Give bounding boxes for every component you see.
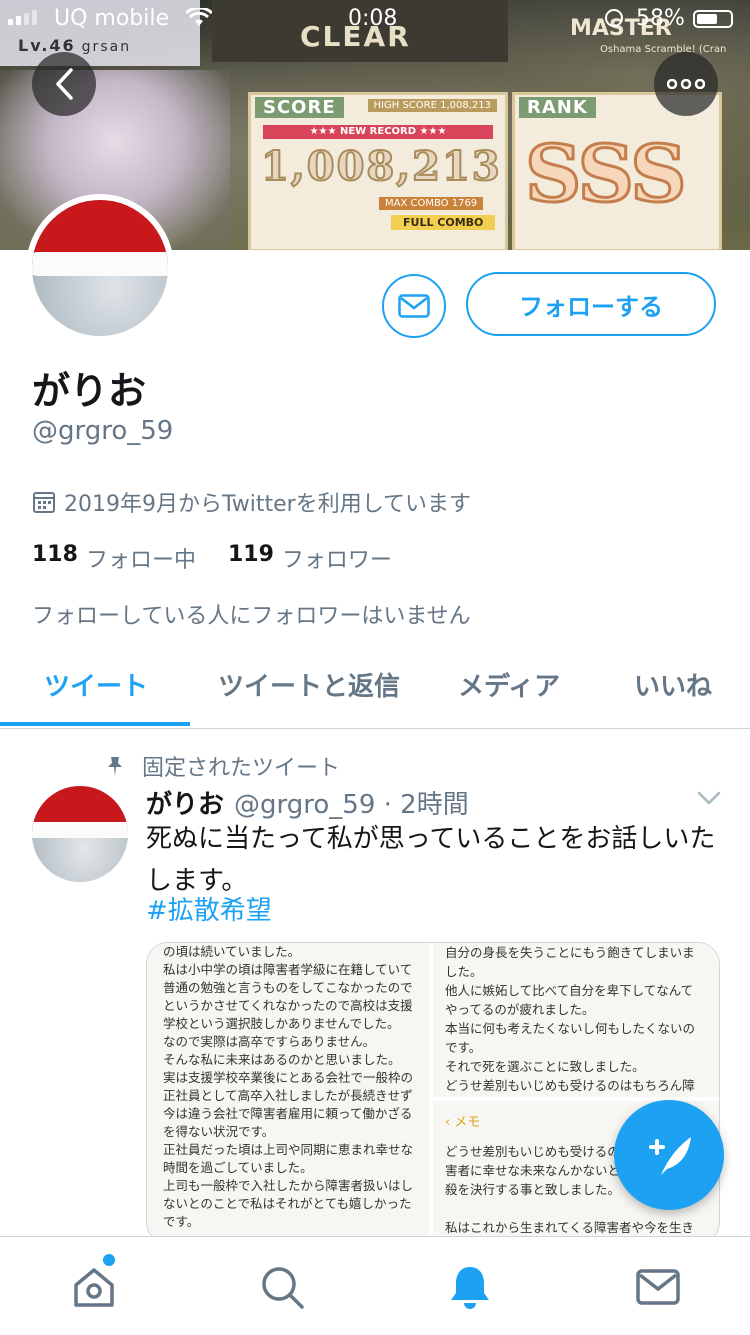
memo-line: というかさせてくれなかったので高校は支援 [163,998,413,1013]
compose-feather-icon [649,1137,691,1175]
memo-line: 正社員だった頃は上司や同期に恵まれ幸せな [163,1142,414,1157]
memo-line: 私はこれから生まれてくる障害者や今を生き [445,1220,695,1235]
pinned-tweet-label: 固定されたツイート [104,750,340,782]
profile-tabs: ツイート ツイートと返信 メディア いいね [0,650,750,729]
chevron-down-icon[interactable] [696,788,722,808]
memo-line: 今は違う会社で障害者雇用に頼って働かざる [163,1106,413,1121]
home-icon[interactable] [70,1263,118,1311]
santa-hat-fur [32,822,128,838]
calendar-icon [33,492,55,513]
battery-percent: 58% [636,6,685,31]
more-options-button[interactable] [654,52,718,116]
chevron-left-icon: ‹ [445,1115,451,1130]
avatar-image [32,200,168,336]
tab-media[interactable]: メディア [458,666,560,703]
new-record-badge: ★★★ NEW RECORD ★★★ [263,125,493,139]
bottom-navigation [0,1236,750,1335]
orientation-lock-icon [605,9,623,27]
memo-line: 正社員として高卒入社しましたが長続きせず [163,1088,413,1103]
tweet-author-name[interactable]: がりお [146,784,224,821]
tweet-avatar[interactable] [32,786,128,882]
profile-display-name: がりお [32,369,147,413]
chevron-left-icon [56,68,73,100]
pinned-text: 固定されたツイート [142,756,341,781]
followers-label[interactable]: フォロワー [282,542,392,574]
game-score: 1,008,213 [260,142,502,191]
tab-tweets[interactable]: ツイート [44,666,148,703]
memo-line: なので実際は高卒ですらありません。 [163,1034,376,1049]
game-rank-card: RANK SSS [512,92,722,250]
memo-screenshot-left: の頃は続いていました。私は小中学の頃は障害者学級に在籍していて 普通の勉強と言うも… [147,943,429,1243]
compose-tweet-button[interactable] [614,1100,724,1210]
score-label: SCORE [255,97,344,118]
memo-line: 実は支援学校卒業後にとある会社で一般枠の [163,1070,414,1085]
rank-label: RANK [519,97,596,118]
back-button[interactable] [32,52,96,116]
high-score: HIGH SCORE 1,008,213 [367,99,497,112]
memo-line: やってるのが疲れました。 [445,1002,595,1017]
memo-line: です。 [163,1214,200,1229]
notifications-bell-icon[interactable] [446,1263,494,1311]
memo-line: 他人に嫉妬して比べて自分を卑下してなんて [445,983,694,998]
battery-icon [693,10,733,28]
message-button[interactable] [382,274,446,338]
profile-handle: @grgro_59 [32,416,174,446]
memo-line: です。 [445,1040,482,1055]
status-time: 0:08 [348,6,398,31]
messages-envelope-icon[interactable] [634,1263,682,1311]
status-bar: UQ mobile 0:08 58% [0,0,750,40]
memo-line: それで死を選ぶことに致しました。 [445,1059,645,1074]
joined-text: 2019年9月からTwitterを利用しています [64,492,472,517]
followers-count[interactable]: 119 [228,542,274,574]
wifi-icon [184,6,214,33]
game-score-card: SCORE HIGH SCORE 1,008,213 ★★★ NEW RECOR… [248,92,508,250]
tweet-media[interactable]: の頃は続いていました。私は小中学の頃は障害者学級に在籍していて 普通の勉強と言うも… [146,942,720,1244]
memo-screenshot-right-top: 自分の身長を失うことにもう飽きてしまいました。他人に嫉妬して比べて自分を卑下して… [433,943,719,1097]
signal-icon [8,10,37,25]
carrier-name: UQ mobile [54,6,170,31]
followers-you-know-note: フォローしている人にフォロワーはいません [32,604,471,629]
new-content-dot [103,1254,115,1266]
tweet-hashtag[interactable]: #拡散希望 [146,890,272,927]
memo-line: を得ない状況です。 [163,1124,275,1139]
follow-counts: 118 フォロー中 119 フォロワー [32,542,392,574]
active-tab-indicator [0,722,190,726]
memo-line: 私は小中学の頃は障害者学級に在籍していて [163,962,413,977]
memo-line: 本当に何も考えたくないし何もしたくないの [445,1021,696,1036]
memo-line: 時間を過ごしていました。 [163,1160,313,1175]
tab-tweets-and-replies[interactable]: ツイートと返信 [218,666,400,703]
memo-line: どうせ差別もいじめも受けるのはもちろん障 [445,1078,695,1093]
tweet-header: がりお @grgro_59 · 2時間 [146,784,469,821]
game-rank: SSS [524,128,689,222]
following-count[interactable]: 118 [32,542,78,574]
memo-line: ないとのことで私はそれがとても嬉しかった [163,1196,412,1211]
profile-avatar[interactable] [26,194,174,342]
memo-line: 自分の身長を失うことにもう飽きてしまいました。 [445,945,695,979]
memo-line: 学校という選択肢しかありませんでした。 [163,1016,400,1031]
memo-line: の頃は続いていました。 [163,944,301,959]
envelope-icon [398,294,430,318]
memo-line: 上司も一般枠で入社したから障害者扱いはし [163,1178,414,1193]
santa-hat-fur [32,252,168,276]
full-combo-badge: FULL COMBO [391,215,496,230]
tab-likes[interactable]: いいね [634,666,712,703]
memo-line: 普通の勉強と言うものをしてこなかったので [163,980,413,995]
tweet-meta: @grgro_59 · 2時間 [234,790,469,820]
game-song-title: Oshama Scramble! (Cran [600,44,727,55]
search-icon[interactable] [258,1263,306,1311]
max-combo: MAX COMBO 1769 [379,197,484,210]
pin-icon [108,757,122,776]
following-label[interactable]: フォロー中 [86,542,196,574]
follow-button[interactable]: フォローする [466,272,716,336]
joined-date: 2019年9月からTwitterを利用しています [32,486,471,518]
more-dots-icon [667,79,705,89]
memo-line: そんな私に未来はあるのかと思いました。 [163,1052,401,1067]
